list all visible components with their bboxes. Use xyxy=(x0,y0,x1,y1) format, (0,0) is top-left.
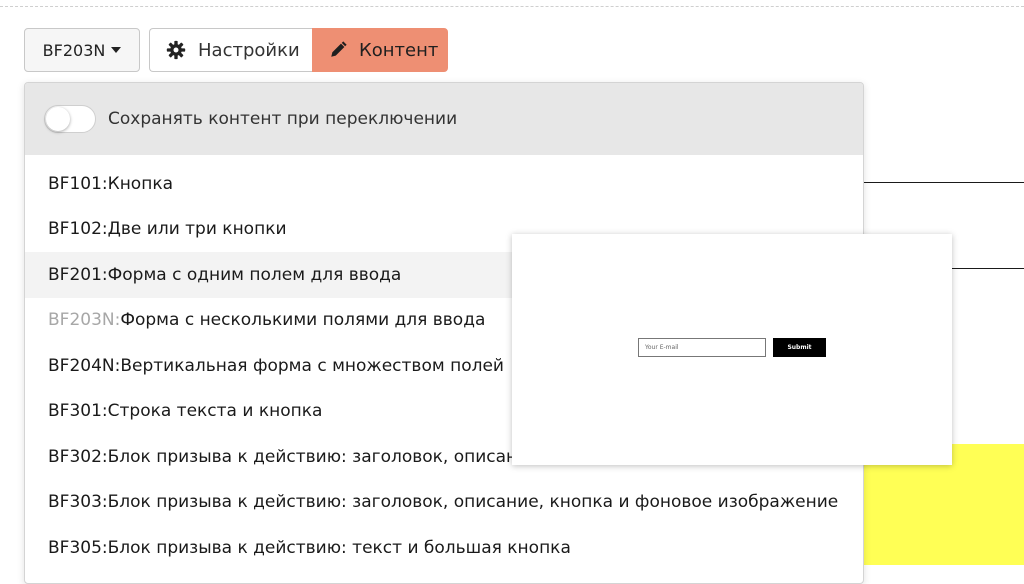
keep-content-toggle[interactable] xyxy=(44,105,96,133)
block-selector-button[interactable]: BF203N xyxy=(24,28,140,72)
preview-submit-button: Submit xyxy=(773,338,826,357)
pencil-icon xyxy=(331,41,347,57)
background-line xyxy=(952,268,1024,269)
preview-email-input: Your E-mail xyxy=(638,338,766,357)
toggle-knob xyxy=(46,107,70,131)
settings-tab-label: Настройки xyxy=(198,39,300,61)
top-dashed-border xyxy=(0,6,1024,7)
keep-content-label: Сохранять контент при переключении xyxy=(108,109,458,129)
background-line xyxy=(862,182,1024,183)
gear-icon xyxy=(166,40,186,60)
block-selector-label: BF203N xyxy=(42,40,106,60)
list-item-bf305[interactable]: BF305: Блок призыва к действию: текст и … xyxy=(25,525,863,571)
dropdown-header: Сохранять контент при переключении xyxy=(25,83,863,155)
list-item-bf101[interactable]: BF101: Кнопка xyxy=(25,161,863,207)
content-tab[interactable]: Контент xyxy=(312,28,448,72)
content-tab-label: Контент xyxy=(359,39,439,61)
mode-switch: Настройки Контент xyxy=(149,28,448,72)
caret-down-icon xyxy=(111,47,122,53)
list-item-bf303[interactable]: BF303: Блок призыва к действию: заголово… xyxy=(25,480,863,526)
settings-tab[interactable]: Настройки xyxy=(149,28,312,72)
block-preview-popup: Your E-mail Submit xyxy=(512,234,952,465)
